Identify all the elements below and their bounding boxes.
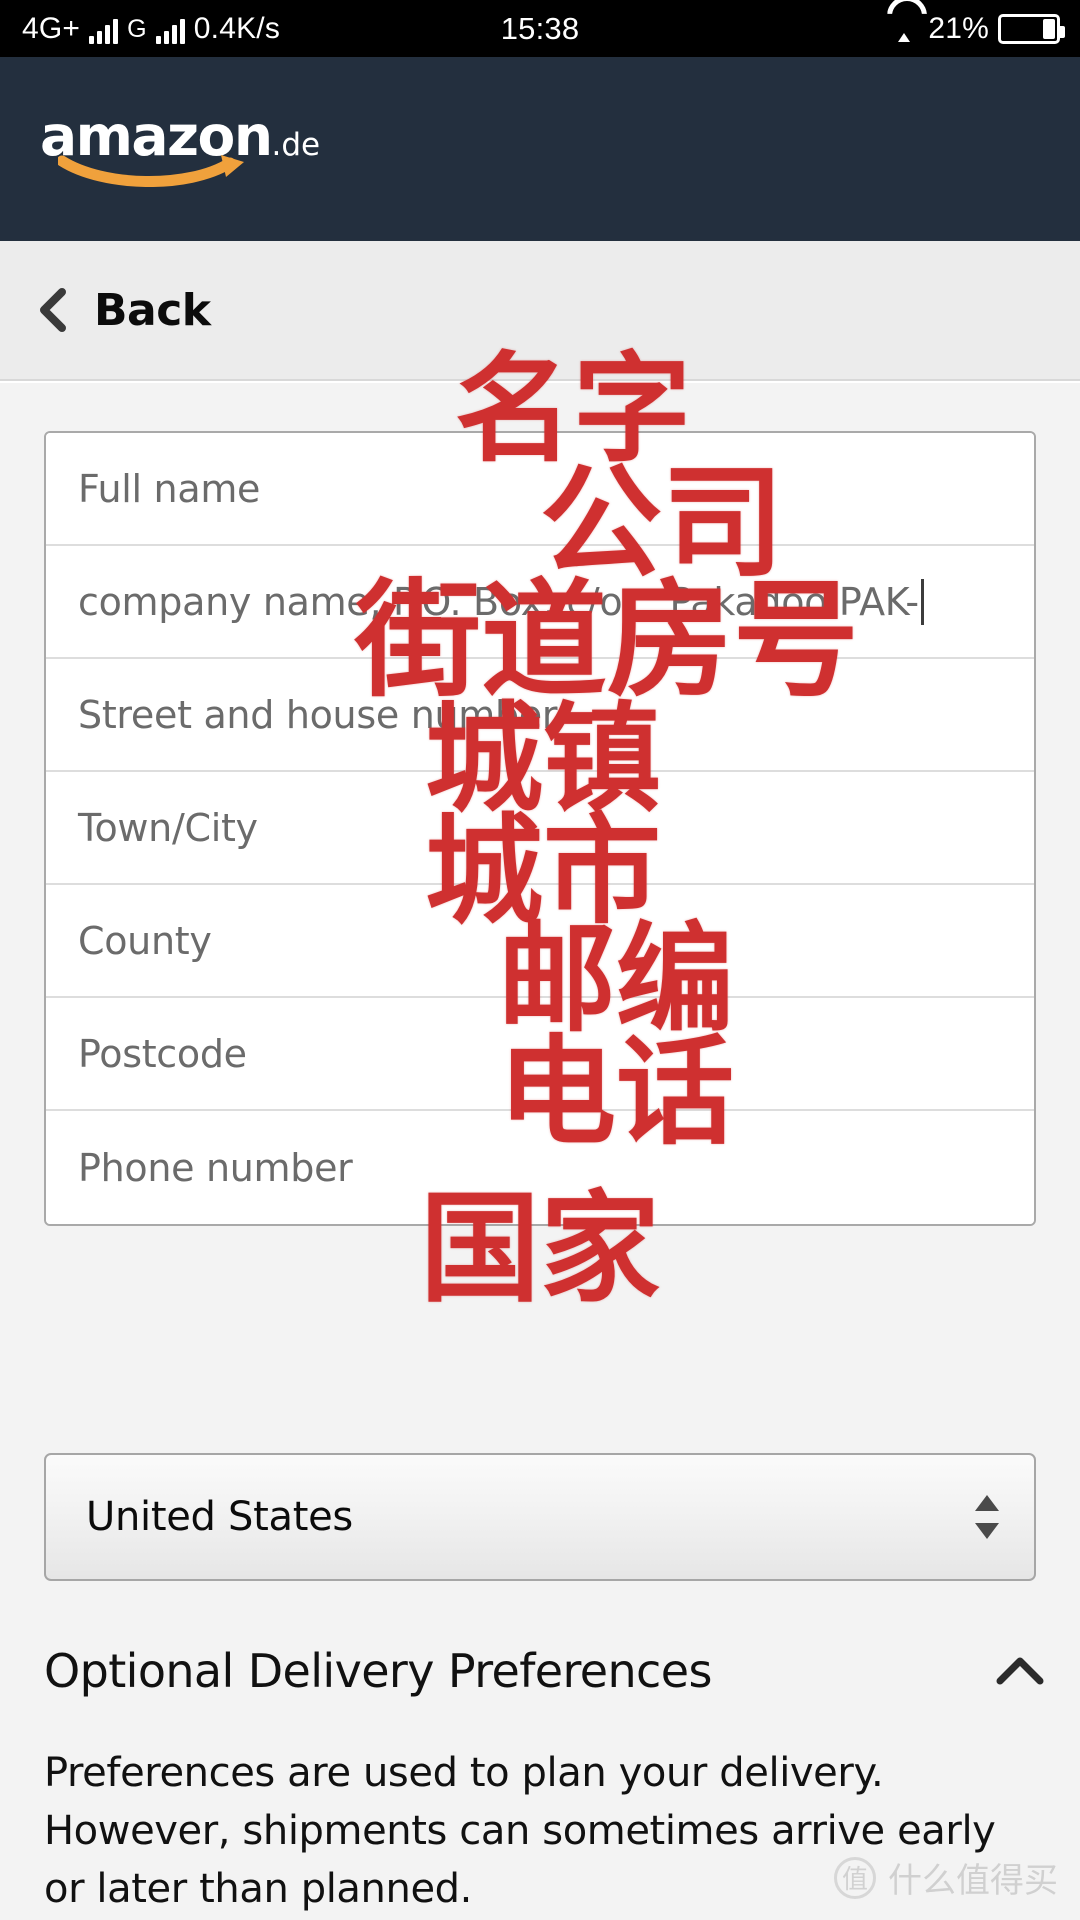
field-full-name[interactable]: Full name — [46, 433, 1034, 546]
field-postcode[interactable]: Postcode — [46, 998, 1034, 1111]
app-screen: 4G+ G 0.4K/s 15:38 21% amazon.de Back Fu… — [0, 0, 1080, 1920]
watermark-text: 什么值得买 — [888, 1861, 1058, 1901]
field-county[interactable]: County — [46, 885, 1034, 998]
chevron-left-icon[interactable] — [38, 287, 68, 333]
field-street-placeholder: Street and house number — [78, 692, 558, 737]
amazon-smile-icon — [58, 153, 248, 187]
battery-percent-label: 21% — [928, 11, 989, 45]
field-address-line-2[interactable]: company name, P.O. Box, c/o, , Pakadoo P… — [46, 546, 1034, 659]
amazon-logo[interactable]: amazon.de — [40, 109, 320, 189]
battery-icon — [998, 13, 1065, 44]
page-body: Full name company name, P.O. Box, c/o, ,… — [0, 383, 1080, 1920]
watermark-badge: 值 — [834, 1856, 876, 1899]
field-phone-number[interactable]: Phone number — [46, 1111, 1034, 1224]
odp-paragraph-line-1: Preferences are used to plan your delive… — [44, 1750, 884, 1796]
optional-delivery-preferences-header[interactable]: Optional Delivery Preferences — [0, 1626, 1080, 1716]
country-select-value: United States — [86, 1494, 353, 1540]
field-postcode-placeholder: Postcode — [78, 1031, 247, 1076]
address-form-card: Full name company name, P.O. Box, c/o, ,… — [44, 431, 1036, 1226]
wifi-icon — [887, 16, 919, 42]
status-bar-right: 21% — [887, 11, 1065, 45]
amazon-tld: .de — [271, 127, 321, 163]
field-address-line-2-placeholder: company name, P.O. Box, c/o, , Pakadoo P… — [78, 579, 919, 624]
up-down-arrows-icon[interactable] — [974, 1491, 1000, 1543]
field-town-city[interactable]: Town/City — [46, 772, 1034, 885]
country-select[interactable]: United States — [44, 1453, 1036, 1581]
optional-delivery-preferences-title: Optional Delivery Preferences — [44, 1644, 712, 1698]
back-navigation-bar[interactable]: Back — [0, 241, 1080, 381]
field-county-placeholder: County — [78, 918, 212, 963]
field-street-and-house-number[interactable]: Street and house number — [46, 659, 1034, 772]
field-phone-number-placeholder: Phone number — [78, 1145, 353, 1190]
field-full-name-placeholder: Full name — [78, 466, 261, 511]
status-bar: 4G+ G 0.4K/s 15:38 21% — [0, 0, 1080, 57]
chevron-up-icon[interactable] — [994, 1654, 1046, 1688]
field-town-city-placeholder: Town/City — [78, 805, 258, 850]
watermark: 值 什么值得买 — [834, 1853, 1058, 1902]
back-button-label[interactable]: Back — [94, 285, 211, 336]
odp-paragraph-line-2: However, shipments can sometimes arrive … — [44, 1808, 996, 1854]
text-caret — [920, 578, 924, 625]
amazon-header: amazon.de — [0, 57, 1080, 241]
